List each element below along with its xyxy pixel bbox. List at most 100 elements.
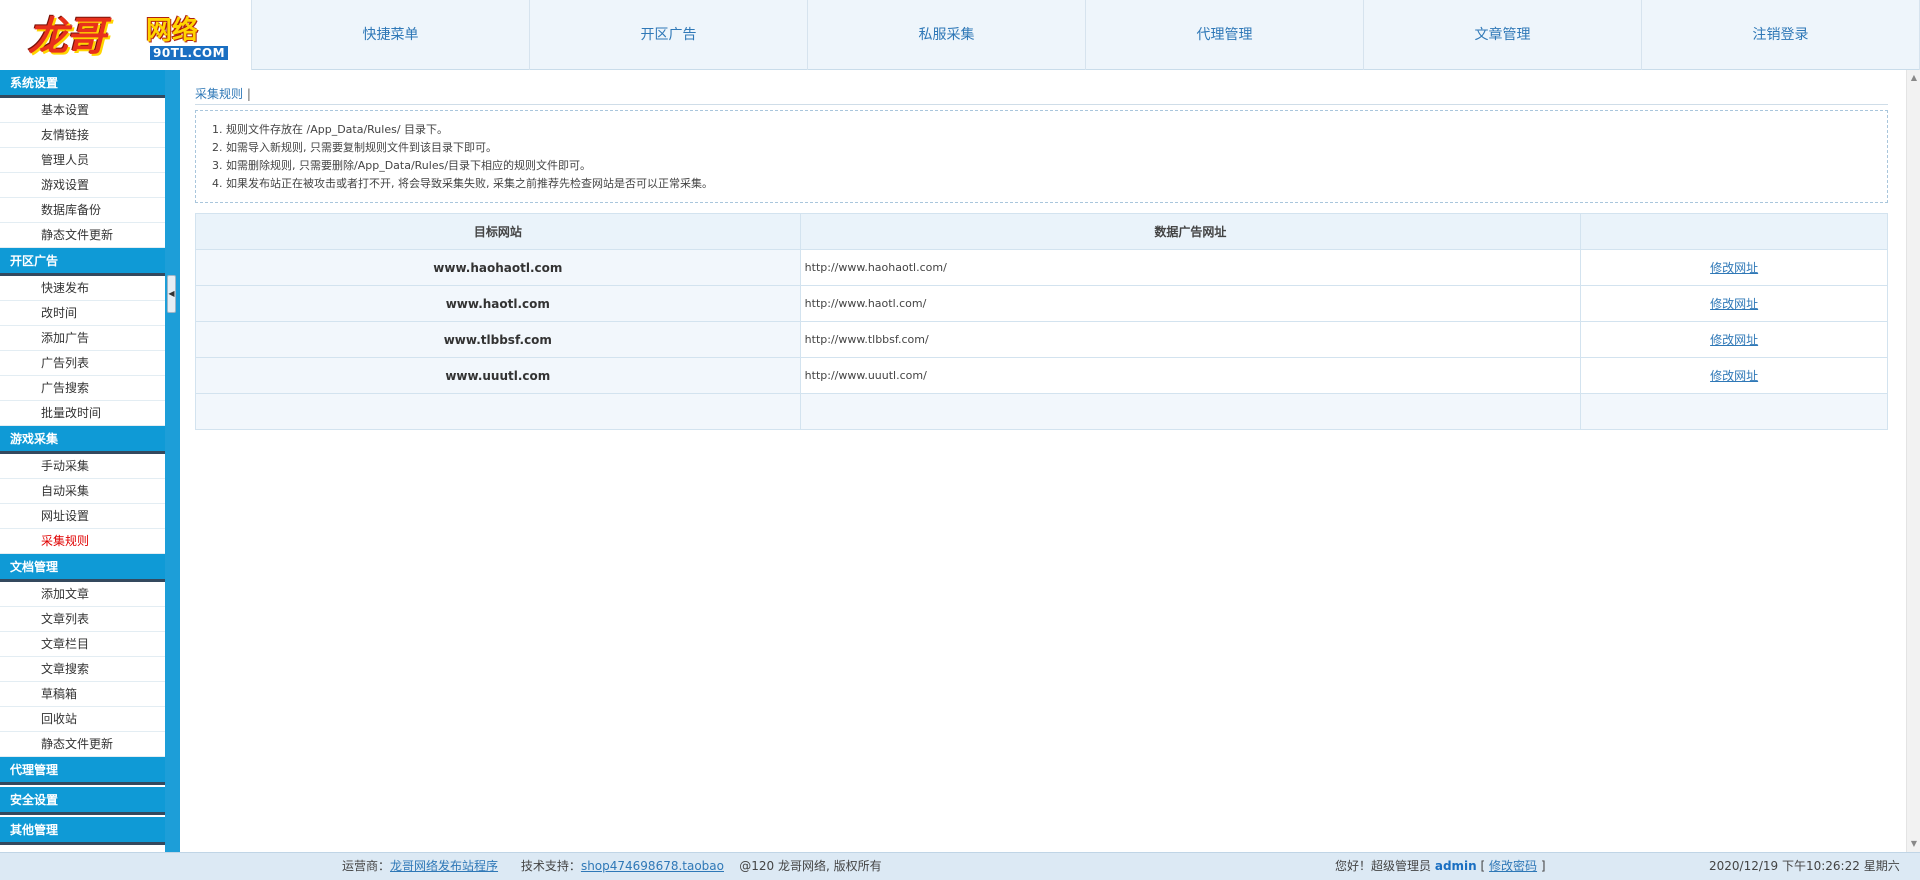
table-header-row: 目标网站 数据广告网址 xyxy=(195,213,1888,250)
row-site: www.uuutl.com xyxy=(195,357,801,394)
row-action-cell: 修改网址 xyxy=(1580,249,1888,286)
sidebar-group-docs[interactable]: 文档管理 xyxy=(0,554,165,582)
breadcrumb: 采集规则 | xyxy=(195,85,1888,105)
sidebar-menu: 系统设置 基本设置 友情链接 管理人员 游戏设置 数据库备份 静态文件更新 开区… xyxy=(0,70,165,852)
footer-datetime: 2020/12/19 下午10:26:22 星期六 xyxy=(1709,859,1900,873)
rules-table: 目标网站 数据广告网址 www.haohaotl.com http://www.… xyxy=(195,213,1888,430)
sidebar-item-recycle[interactable]: 回收站 xyxy=(0,707,165,732)
rules-notes: 规则文件存放在 /App_Data/Rules/ 目录下。 如需导入新规则, 只… xyxy=(195,110,1888,203)
operator-label: 运营商： xyxy=(342,859,391,873)
row-action-cell: 修改网址 xyxy=(1580,285,1888,322)
greeting-text: 您好！超级管理员 xyxy=(1335,859,1432,873)
row-url: http://www.uuutl.com/ xyxy=(799,357,1582,394)
sidebar-item-ad-list[interactable]: 广告列表 xyxy=(0,351,165,376)
sidebar-item-collect-rules[interactable]: 采集规则 xyxy=(0,529,165,554)
topnav-quick-menu[interactable]: 快捷菜单 xyxy=(252,0,530,70)
operator-link[interactable]: 龙哥网络发布站程序 xyxy=(390,859,498,873)
row-site: www.tlbbsf.com xyxy=(195,321,801,358)
table-row: www.tlbbsf.com http://www.tlbbsf.com/ 修改… xyxy=(195,321,1888,358)
topnav-server-ads[interactable]: 开区广告 xyxy=(530,0,808,70)
sidebar-item-article-search[interactable]: 文章搜索 xyxy=(0,657,165,682)
empty-cell xyxy=(799,393,1582,430)
header-target-site: 目标网站 xyxy=(195,213,801,250)
edit-url-link[interactable]: 修改网址 xyxy=(1710,297,1758,311)
change-password-link[interactable]: 修改密码 xyxy=(1489,859,1537,873)
topnav-logout[interactable]: 注销登录 xyxy=(1642,0,1920,70)
sidebar-group-game-collect[interactable]: 游戏采集 xyxy=(0,426,165,454)
sidebar-group-other[interactable]: 其他管理 xyxy=(0,817,165,845)
sidebar-item-drafts[interactable]: 草稿箱 xyxy=(0,682,165,707)
row-url: http://www.tlbbsf.com/ xyxy=(799,321,1582,358)
breadcrumb-separator: | xyxy=(246,87,251,101)
logo-side-text: 网络 xyxy=(146,16,199,46)
table-row: www.haohaotl.com http://www.haohaotl.com… xyxy=(195,249,1888,286)
edit-url-link[interactable]: 修改网址 xyxy=(1710,261,1758,275)
sidebar-item-add-ad[interactable]: 添加广告 xyxy=(0,326,165,351)
sidebar-item-static-update[interactable]: 静态文件更新 xyxy=(0,223,165,248)
table-row: www.haotl.com http://www.haotl.com/ 修改网址 xyxy=(195,285,1888,322)
sidebar-item-static-update-2[interactable]: 静态文件更新 xyxy=(0,732,165,757)
edit-url-link[interactable]: 修改网址 xyxy=(1710,333,1758,347)
sidebar-group-security[interactable]: 安全设置 xyxy=(0,787,165,815)
copyright-text: @120 龙哥网络, 版权所有 xyxy=(739,859,882,873)
empty-cell xyxy=(195,393,801,430)
logo-sub-text: 90TL.COM xyxy=(150,46,229,60)
sidebar-item-manual-collect[interactable]: 手动采集 xyxy=(0,454,165,479)
table-row: www.uuutl.com http://www.uuutl.com/ 修改网址 xyxy=(195,357,1888,394)
row-action-cell: 修改网址 xyxy=(1580,357,1888,394)
username: admin xyxy=(1434,859,1477,873)
sidebar-item-add-article[interactable]: 添加文章 xyxy=(0,582,165,607)
sidebar-group-server-ads[interactable]: 开区广告 xyxy=(0,248,165,276)
sidebar-item-game-settings[interactable]: 游戏设置 xyxy=(0,173,165,198)
empty-cell xyxy=(1580,393,1888,430)
header-data-url: 数据广告网址 xyxy=(799,213,1582,250)
sidebar: 系统设置 基本设置 友情链接 管理人员 游戏设置 数据库备份 静态文件更新 开区… xyxy=(0,70,180,852)
sidebar-group-system[interactable]: 系统设置 xyxy=(0,70,165,98)
support-label: 技术支持： xyxy=(520,859,581,873)
sidebar-item-basic-settings[interactable]: 基本设置 xyxy=(0,98,165,123)
breadcrumb-current[interactable]: 采集规则 xyxy=(195,87,243,101)
topnav-agent-manage[interactable]: 代理管理 xyxy=(1086,0,1364,70)
edit-url-link[interactable]: 修改网址 xyxy=(1710,369,1758,383)
note-item: 如需导入新规则, 只需要复制规则文件到该目录下即可。 xyxy=(226,139,1887,157)
top-nav: 快捷菜单 开区广告 私服采集 代理管理 文章管理 注销登录 xyxy=(252,0,1920,70)
row-url: http://www.haohaotl.com/ xyxy=(799,249,1582,286)
header-action xyxy=(1580,213,1888,250)
sidebar-item-friend-links[interactable]: 友情链接 xyxy=(0,123,165,148)
content-scrollbar[interactable]: ▲ ▼ xyxy=(1906,70,1920,852)
sidebar-item-db-backup[interactable]: 数据库备份 xyxy=(0,198,165,223)
row-url: http://www.haotl.com/ xyxy=(799,285,1582,322)
topnav-article-manage[interactable]: 文章管理 xyxy=(1364,0,1642,70)
arrow-up-icon[interactable]: ▲ xyxy=(1909,73,1919,83)
support-link[interactable]: shop474698678.taobao xyxy=(581,859,724,873)
sidebar-item-change-time[interactable]: 改时间 xyxy=(0,301,165,326)
row-site: www.haotl.com xyxy=(195,285,801,322)
sidebar-item-batch-time[interactable]: 批量改时间 xyxy=(0,401,165,426)
logo[interactable]: 龙哥 网络 90TL.COM xyxy=(0,0,252,70)
main-content: 采集规则 | 规则文件存放在 /App_Data/Rules/ 目录下。 如需导… xyxy=(180,70,1920,852)
topnav-private-collect[interactable]: 私服采集 xyxy=(808,0,1086,70)
row-action-cell: 修改网址 xyxy=(1580,321,1888,358)
note-item: 规则文件存放在 /App_Data/Rules/ 目录下。 xyxy=(226,121,1887,139)
sidebar-item-url-settings[interactable]: 网址设置 xyxy=(0,504,165,529)
sidebar-item-quick-publish[interactable]: 快速发布 xyxy=(0,276,165,301)
table-footer-row xyxy=(195,393,1888,430)
sidebar-group-agent[interactable]: 代理管理 xyxy=(0,757,165,785)
footer-left: 运营商：龙哥网络发布站程序 技术支持：shop474698678.taobao … xyxy=(342,853,882,880)
bracket-open: [ xyxy=(1480,859,1486,873)
bracket-close: ] xyxy=(1540,859,1546,873)
sidebar-item-article-columns[interactable]: 文章栏目 xyxy=(0,632,165,657)
note-item: 如果发布站正在被攻击或者打不开, 将会导致采集失败, 采集之前推荐先检查网站是否… xyxy=(226,175,1887,193)
header: 龙哥 网络 90TL.COM 快捷菜单 开区广告 私服采集 代理管理 文章管理 … xyxy=(0,0,1920,70)
sidebar-item-auto-collect[interactable]: 自动采集 xyxy=(0,479,165,504)
footer: 运营商：龙哥网络发布站程序 技术支持：shop474698678.taobao … xyxy=(0,852,1920,880)
arrow-down-icon[interactable]: ▼ xyxy=(1909,839,1919,849)
footer-user-info: 您好！超级管理员 admin [ 修改密码 ] xyxy=(1335,853,1546,880)
sidebar-item-article-list[interactable]: 文章列表 xyxy=(0,607,165,632)
note-item: 如需删除规则, 只需要删除/App_Data/Rules/目录下相应的规则文件即… xyxy=(226,157,1887,175)
logo-main-text: 龙哥 xyxy=(28,14,106,60)
sidebar-item-ad-search[interactable]: 广告搜索 xyxy=(0,376,165,401)
row-site: www.haohaotl.com xyxy=(195,249,801,286)
sidebar-item-admins[interactable]: 管理人员 xyxy=(0,148,165,173)
chevron-left-icon[interactable]: ◀ xyxy=(167,275,176,313)
